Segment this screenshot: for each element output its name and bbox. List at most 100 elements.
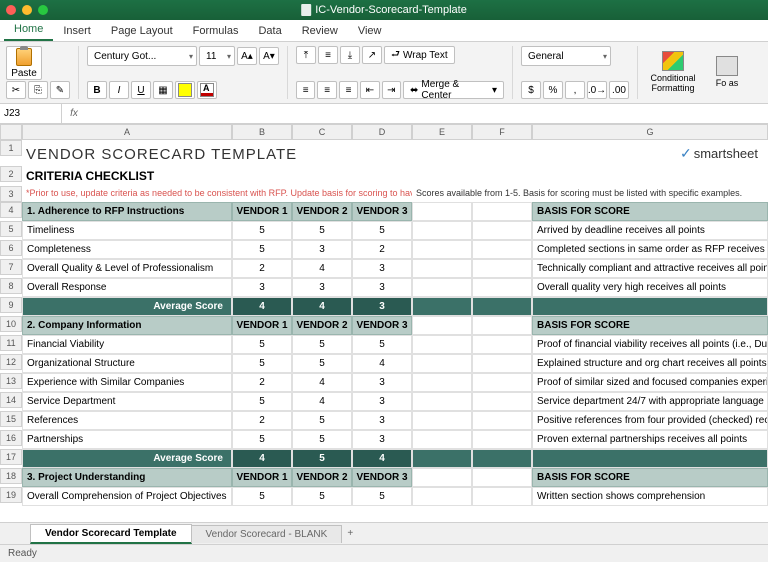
criteria-label[interactable]: Overall Response [22, 278, 232, 297]
tab-home[interactable]: Home [4, 19, 53, 41]
criteria-label[interactable]: Service Department [22, 392, 232, 411]
percent-button[interactable]: % [543, 81, 563, 99]
criteria-label[interactable]: Experience with Similar Companies [22, 373, 232, 392]
spacer[interactable] [472, 221, 532, 240]
sheet-tab-blank[interactable]: Vendor Scorecard - BLANK [191, 525, 343, 543]
row-header[interactable]: 6 [0, 240, 22, 256]
decrease-font-button[interactable]: A▾ [259, 47, 279, 65]
name-box[interactable]: J23 [0, 104, 62, 123]
criteria-label[interactable]: Overall Comprehension of Project Objecti… [22, 487, 232, 506]
italic-button[interactable]: I [109, 81, 129, 99]
align-left-button[interactable]: ≡ [296, 81, 315, 99]
score-cell[interactable]: 5 [292, 354, 352, 373]
score-cell[interactable]: 5 [232, 430, 292, 449]
criteria-label[interactable]: Overall Quality & Level of Professionali… [22, 259, 232, 278]
row-header[interactable]: 9 [0, 297, 22, 313]
font-size-select[interactable]: 11 [199, 46, 235, 66]
score-cell[interactable]: 5 [352, 221, 412, 240]
criteria-label[interactable]: Organizational Structure [22, 354, 232, 373]
align-bottom-button[interactable]: ⤓ [340, 46, 360, 64]
basis-cell[interactable]: Arrived by deadline receives all points [532, 221, 768, 240]
score-cell[interactable]: 5 [232, 240, 292, 259]
score-cell[interactable]: 3 [352, 373, 412, 392]
row-header[interactable]: 14 [0, 392, 22, 408]
worksheet-area[interactable]: ABCDEFG1VENDOR SCORECARD TEMPLATE✓smarts… [0, 124, 768, 522]
spacer[interactable] [412, 354, 472, 373]
row-header[interactable]: 18 [0, 468, 22, 484]
row-header[interactable]: 13 [0, 373, 22, 389]
basis-cell[interactable]: Service department 24/7 with appropriate… [532, 392, 768, 411]
score-cell[interactable]: 5 [232, 221, 292, 240]
criteria-label[interactable]: Financial Viability [22, 335, 232, 354]
tab-review[interactable]: Review [292, 21, 348, 41]
col-header-E[interactable]: E [412, 124, 472, 140]
spacer[interactable] [472, 392, 532, 411]
spacer[interactable] [412, 392, 472, 411]
score-cell[interactable]: 3 [292, 278, 352, 297]
tab-formulas[interactable]: Formulas [183, 21, 249, 41]
score-cell[interactable]: 2 [232, 259, 292, 278]
spacer[interactable] [412, 430, 472, 449]
row-header[interactable]: 2 [0, 166, 22, 182]
spacer[interactable] [472, 259, 532, 278]
col-header-D[interactable]: D [352, 124, 412, 140]
basis-cell[interactable]: Proof of similar sized and focused compa… [532, 373, 768, 392]
row-header[interactable]: 10 [0, 316, 22, 332]
row-header[interactable]: 8 [0, 278, 22, 294]
conditional-formatting-button[interactable]: Conditional Formatting [646, 46, 700, 98]
score-cell[interactable]: 5 [292, 221, 352, 240]
criteria-label[interactable]: Timeliness [22, 221, 232, 240]
decrease-decimal-button[interactable]: .00 [609, 81, 629, 99]
border-button[interactable]: ▦ [153, 81, 173, 99]
font-color-button[interactable] [197, 81, 217, 99]
spacer[interactable] [412, 221, 472, 240]
spacer[interactable] [472, 240, 532, 259]
row-header[interactable]: 12 [0, 354, 22, 370]
score-cell[interactable]: 5 [232, 487, 292, 506]
merge-center-button[interactable]: ⬌ Merge & Center ▾ [403, 81, 504, 99]
bold-button[interactable]: B [87, 81, 107, 99]
row-header[interactable]: 19 [0, 487, 22, 503]
tab-insert[interactable]: Insert [53, 21, 101, 41]
score-cell[interactable]: 4 [292, 373, 352, 392]
paste-button[interactable]: Paste [6, 46, 42, 80]
row-header[interactable]: 11 [0, 335, 22, 351]
align-right-button[interactable]: ≡ [339, 81, 358, 99]
row-header[interactable]: 3 [0, 186, 22, 202]
spacer[interactable] [412, 240, 472, 259]
basis-cell[interactable]: Completed sections in same order as RFP … [532, 240, 768, 259]
close-window-button[interactable] [6, 5, 16, 15]
comma-button[interactable]: , [565, 81, 585, 99]
increase-decimal-button[interactable]: .0→ [587, 81, 607, 99]
criteria-label[interactable]: Completeness [22, 240, 232, 259]
row-header[interactable]: 17 [0, 449, 22, 465]
row-header[interactable]: 4 [0, 202, 22, 218]
basis-cell[interactable]: Proof of financial viability receives al… [532, 335, 768, 354]
score-cell[interactable]: 4 [292, 259, 352, 278]
basis-cell[interactable]: Explained structure and org chart receiv… [532, 354, 768, 373]
spacer[interactable] [472, 278, 532, 297]
row-header[interactable]: 15 [0, 411, 22, 427]
row-header[interactable]: 1 [0, 140, 22, 156]
cut-button[interactable]: ✂ [6, 81, 26, 99]
spacer[interactable] [412, 411, 472, 430]
score-cell[interactable]: 2 [232, 373, 292, 392]
align-middle-button[interactable]: ≡ [318, 46, 338, 64]
spacer[interactable] [412, 278, 472, 297]
orientation-button[interactable]: ↗ [362, 46, 382, 64]
score-cell[interactable]: 3 [352, 278, 412, 297]
spacer[interactable] [412, 487, 472, 506]
decrease-indent-button[interactable]: ⇤ [360, 81, 379, 99]
col-header-C[interactable]: C [292, 124, 352, 140]
align-center-button[interactable]: ≡ [317, 81, 336, 99]
select-all-corner[interactable] [0, 124, 22, 140]
tab-page-layout[interactable]: Page Layout [101, 21, 183, 41]
score-cell[interactable]: 4 [292, 392, 352, 411]
score-cell[interactable]: 5 [232, 392, 292, 411]
spacer[interactable] [472, 487, 532, 506]
score-cell[interactable]: 2 [232, 411, 292, 430]
spacer[interactable] [412, 373, 472, 392]
col-header-G[interactable]: G [532, 124, 768, 140]
basis-cell[interactable]: Proven external partnerships receives al… [532, 430, 768, 449]
row-header[interactable]: 5 [0, 221, 22, 237]
